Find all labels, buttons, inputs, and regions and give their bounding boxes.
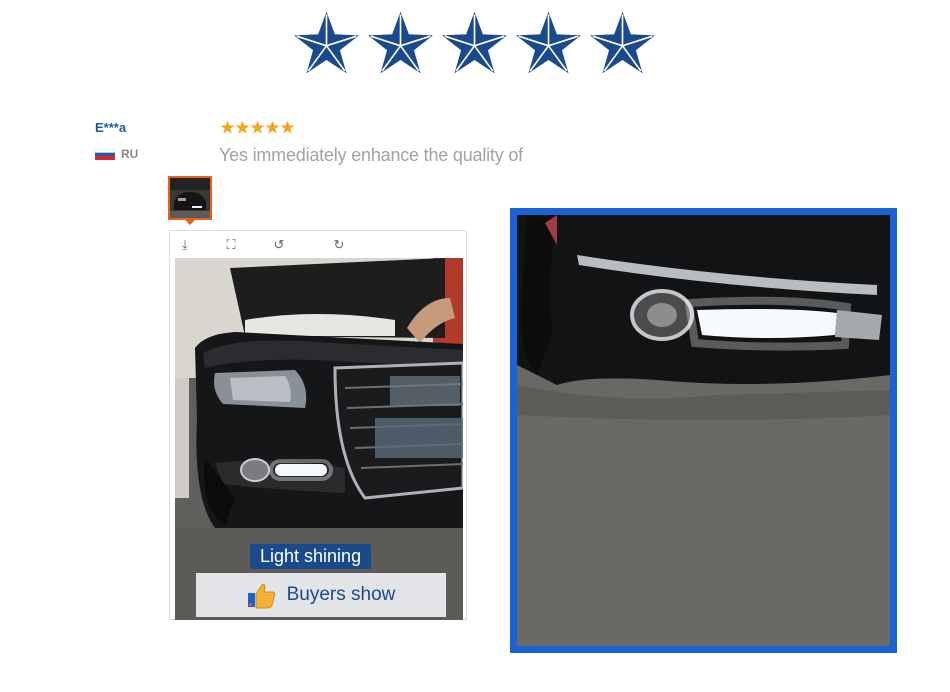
review-star-icon — [265, 120, 280, 134]
thumbnail-image — [170, 178, 210, 218]
review-photo-thumbnail[interactable] — [168, 176, 212, 220]
thumbs-up-icon — [247, 583, 275, 609]
review-stars — [220, 120, 295, 136]
light-shining-label: Light shining — [250, 544, 372, 569]
rating-star-icon — [590, 12, 655, 74]
review-photo: Light shining Buyers show — [175, 258, 463, 620]
buyers-show-label: Buyers show — [286, 584, 396, 605]
review-star-icon — [220, 120, 235, 134]
buyers-show-banner: Buyers show — [196, 573, 446, 617]
thumbnail-pointer — [184, 219, 196, 225]
fullscreen-icon[interactable]: ⛶ — [221, 235, 241, 255]
review-star-icon — [280, 120, 295, 134]
russia-flag-icon — [95, 149, 115, 160]
rating-star-icon — [516, 12, 581, 74]
rotate-right-icon[interactable]: ↻ — [329, 235, 349, 255]
reviewer-name: E***a — [95, 120, 127, 135]
rating-star-icon — [368, 12, 433, 74]
review-star-icon — [235, 120, 250, 134]
review-text: Yes immediately enhance the quality of — [219, 145, 523, 165]
review-star-icon — [250, 120, 265, 134]
rating-star-icon — [294, 12, 359, 74]
zoomed-photo-panel — [510, 208, 897, 653]
rating-star-icon — [442, 12, 507, 74]
viewer-toolbar: ⤓ ⛶ ↺ ↻ — [170, 231, 466, 259]
reviewer-country: RU — [121, 147, 139, 161]
photo-viewer: ⤓ ⛶ ↺ ↻ Light shining Buyers show — [169, 230, 467, 620]
download-icon[interactable]: ⤓ — [175, 235, 195, 255]
zoomed-fog-light-photo — [517, 215, 890, 646]
big-rating-stars — [294, 12, 658, 80]
rotate-left-icon[interactable]: ↺ — [269, 235, 289, 255]
